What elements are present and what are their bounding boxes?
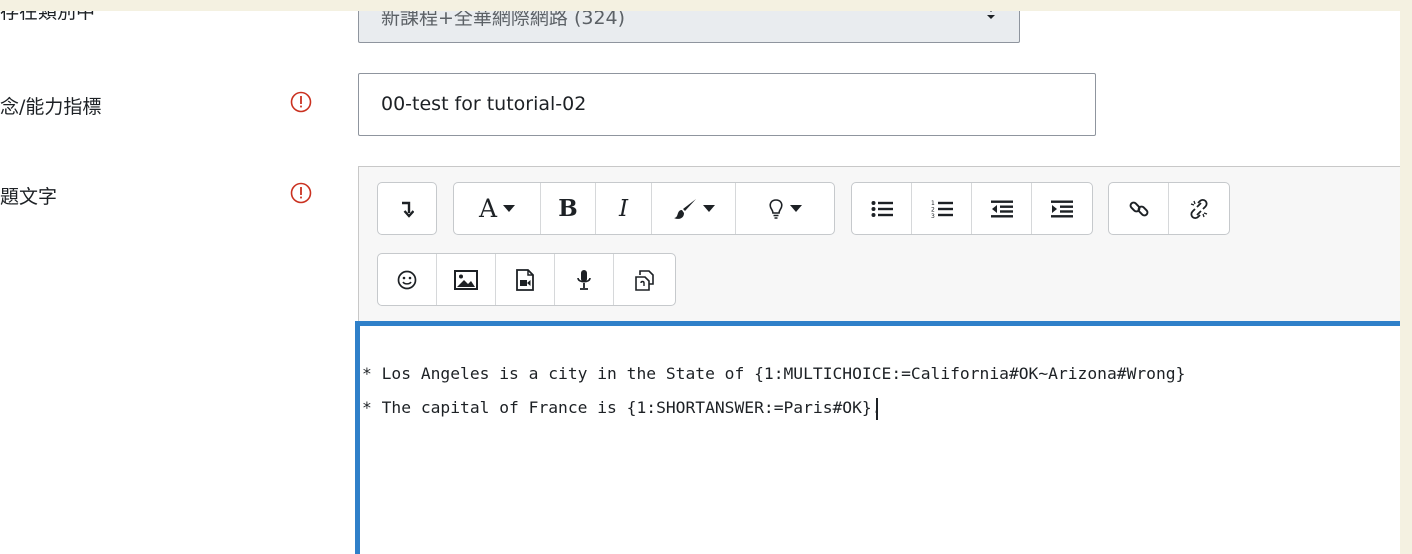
question-text-label: 題文字	[0, 186, 58, 208]
font-style-icon: A	[478, 194, 498, 223]
toolbar-group-collapse	[377, 182, 437, 235]
toolbar-group-style: A B I	[453, 182, 835, 235]
category-select[interactable]: 新課程+全華網際網路 (324)	[358, 11, 1020, 43]
italic-icon: I	[618, 195, 629, 222]
image-icon	[454, 269, 478, 290]
content-line: * The capital of France is {1:SHORTANSWE…	[362, 398, 882, 417]
media-button[interactable]	[496, 254, 555, 305]
required-icon	[290, 91, 312, 113]
emoji-button[interactable]	[378, 254, 437, 305]
indent-icon	[1051, 200, 1073, 217]
content-line: * Los Angeles is a city in the State of …	[362, 364, 1186, 383]
bold-button[interactable]: B	[541, 183, 596, 234]
name-input[interactable]: 00-test for tutorial-02	[358, 73, 1096, 136]
bold-icon: B	[558, 195, 578, 222]
lightbulb-icon	[769, 198, 783, 219]
category-label: 存在類別中	[0, 11, 96, 23]
image-button[interactable]	[437, 254, 496, 305]
svg-text:3: 3	[931, 213, 935, 219]
unordered-list-icon	[871, 200, 893, 217]
select-caret-icon	[987, 11, 995, 19]
media-icon	[516, 268, 534, 291]
record-audio-button[interactable]	[555, 254, 614, 305]
unlink-icon	[1190, 198, 1208, 219]
form-page: 存在類別中 新課程+全華網際網路 (324) 念/能力指標 00-test fo…	[0, 11, 1400, 554]
unordered-list-button[interactable]	[852, 183, 912, 234]
toolbar-group-links	[1108, 182, 1230, 235]
font-style-button[interactable]: A	[454, 183, 541, 234]
name-input-value: 00-test for tutorial-02	[381, 93, 587, 115]
name-label: 念/能力指標	[0, 96, 102, 118]
link-icon	[1129, 201, 1148, 216]
copy-paste-icon	[634, 269, 654, 291]
rich-text-editor: A B I 1 2 3 * Los Angeles is a city in t…	[355, 166, 1400, 554]
editor-content-area[interactable]: * Los Angeles is a city in the State of …	[355, 321, 1400, 554]
ordered-list-icon: 1 2 3	[931, 200, 953, 219]
toolbar-group-lists: 1 2 3	[851, 182, 1093, 235]
required-icon	[290, 182, 312, 204]
category-select-value: 新課程+全華網際網路 (324)	[381, 11, 626, 29]
toolbar-group-insert	[377, 253, 676, 306]
brush-color-icon	[673, 198, 696, 219]
outdent-button[interactable]	[972, 183, 1032, 234]
outdent-icon	[990, 200, 1013, 217]
hint-button[interactable]	[736, 183, 834, 234]
link-button[interactable]	[1109, 183, 1169, 234]
microphone-icon	[577, 269, 591, 290]
paste-button[interactable]	[614, 254, 675, 305]
caret-down-icon	[503, 204, 516, 212]
unlink-button[interactable]	[1169, 183, 1229, 234]
collapse-button[interactable]	[378, 183, 436, 234]
italic-button[interactable]: I	[596, 183, 652, 234]
collapse-icon	[402, 201, 414, 218]
ordered-list-button[interactable]: 1 2 3	[912, 183, 972, 234]
caret-down-icon	[702, 204, 715, 212]
emoji-icon	[397, 270, 417, 289]
indent-button[interactable]	[1032, 183, 1092, 234]
caret-down-icon	[790, 204, 802, 212]
text-color-button[interactable]	[652, 183, 736, 234]
text-cursor	[876, 398, 878, 420]
